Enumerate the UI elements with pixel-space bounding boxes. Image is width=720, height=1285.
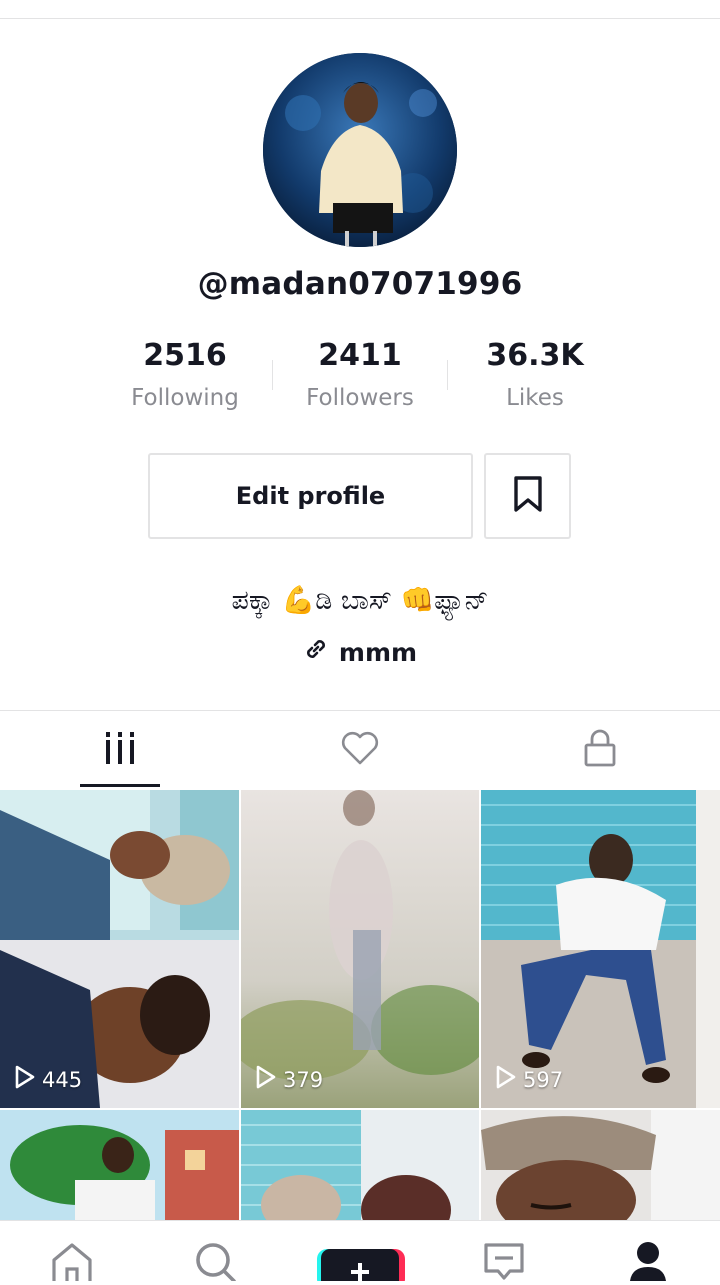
following-stat[interactable]: 2516 Following <box>100 338 270 411</box>
bookmark-button[interactable] <box>484 453 571 539</box>
bottom-navigation <box>0 1220 720 1285</box>
nav-create[interactable] <box>288 1221 432 1285</box>
grid-icon <box>104 731 136 769</box>
nav-inbox[interactable] <box>432 1221 576 1281</box>
video-thumbnail-image <box>0 1110 239 1220</box>
video-thumbnail[interactable] <box>0 1110 239 1220</box>
link-label: mmm <box>338 637 418 667</box>
following-label: Following <box>131 385 239 411</box>
nav-profile[interactable] <box>576 1221 720 1281</box>
video-thumbnail[interactable] <box>481 1110 720 1220</box>
video-thumbnail[interactable]: 379 <box>241 790 479 1108</box>
view-count: 597 <box>495 1065 563 1094</box>
play-icon <box>14 1065 36 1094</box>
tab-liked[interactable] <box>240 712 480 788</box>
video-thumbnail-image <box>241 790 479 1108</box>
home-icon <box>48 1241 96 1285</box>
nav-home[interactable] <box>0 1221 144 1281</box>
nav-discover[interactable] <box>144 1221 288 1283</box>
tab-videos[interactable] <box>0 712 240 788</box>
play-icon <box>255 1065 277 1094</box>
stat-divider <box>447 360 448 390</box>
bio-link[interactable]: mmm <box>0 636 720 668</box>
video-thumbnail-image <box>0 790 239 1108</box>
avatar[interactable] <box>263 53 457 247</box>
view-count: 445 <box>14 1065 82 1094</box>
tabs-divider <box>0 710 720 711</box>
video-thumbnail[interactable]: 597 <box>481 790 720 1108</box>
video-thumbnail[interactable]: 445 <box>0 790 239 1108</box>
link-icon <box>303 636 329 668</box>
view-count-label: 379 <box>283 1067 324 1092</box>
active-tab-indicator <box>80 784 160 787</box>
edit-profile-button[interactable]: Edit profile <box>148 453 473 539</box>
tab-private[interactable] <box>480 712 720 788</box>
followers-label: Followers <box>306 385 414 411</box>
followers-stat[interactable]: 2411 Followers <box>275 338 445 411</box>
create-icon <box>315 1241 405 1285</box>
heart-icon <box>340 730 380 770</box>
stat-divider <box>272 360 273 390</box>
video-grid: 445 379 597 <box>0 790 720 1220</box>
video-thumbnail-image <box>481 1110 720 1220</box>
inbox-icon <box>482 1241 526 1285</box>
username: @madan07071996 <box>197 266 523 302</box>
play-icon <box>495 1065 517 1094</box>
bio-text: ಪಕ್ಕಾ 💪ಡಿ ಬಾಸ್ 👊ಫ್ಯಾನ್ <box>231 585 489 616</box>
likes-count: 36.3K <box>486 338 584 373</box>
view-count: 379 <box>255 1065 323 1094</box>
video-thumbnail[interactable] <box>241 1110 479 1220</box>
lock-icon <box>583 728 617 772</box>
view-count-label: 597 <box>523 1067 564 1092</box>
video-thumbnail-image <box>241 1110 479 1220</box>
search-icon <box>194 1241 238 1285</box>
video-thumbnail-image <box>481 790 720 1108</box>
top-divider <box>0 18 720 19</box>
likes-stat[interactable]: 36.3K Likes <box>450 338 620 411</box>
bookmark-icon <box>512 475 544 517</box>
likes-label: Likes <box>506 385 564 411</box>
following-count: 2516 <box>143 338 227 373</box>
view-count-label: 445 <box>42 1067 83 1092</box>
followers-count: 2411 <box>318 338 402 373</box>
profile-icon <box>628 1241 668 1285</box>
